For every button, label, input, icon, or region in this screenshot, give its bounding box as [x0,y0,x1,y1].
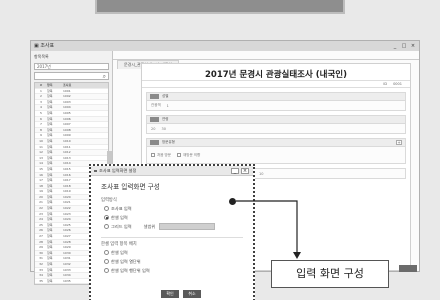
connector-line [236,200,298,256]
arrow-head-icon [293,252,301,259]
callout-label: 입력 화면 구성 [271,260,389,288]
callout-connector [236,200,301,259]
